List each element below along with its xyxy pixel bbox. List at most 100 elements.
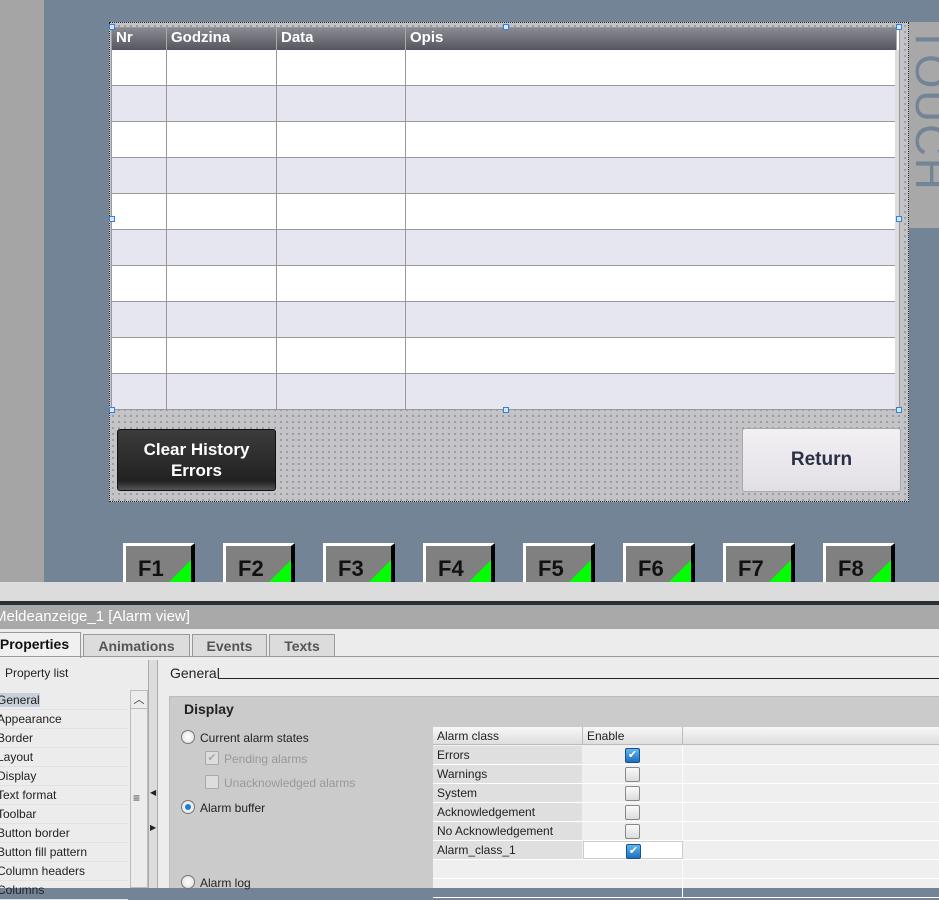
alarm-buffer-radio[interactable] [181,800,195,814]
collapse-left-icon[interactable]: ◀ [150,788,156,797]
enable-cell[interactable] [583,784,683,802]
alarm-class-name: System [433,784,582,802]
table-row[interactable] [112,374,897,410]
table-scrollbar[interactable] [895,50,899,409]
function-key-indicator-icon [469,560,491,582]
enable-header[interactable]: Enable [583,727,683,745]
function-key-f8[interactable]: F8 [823,543,895,582]
table-row[interactable] [112,86,897,122]
property-item-button-border[interactable]: Button border [0,824,128,843]
empty-cell [583,860,683,878]
tab-events[interactable]: Events [192,634,267,657]
resize-handle[interactable] [896,24,902,30]
clear-button-line1: Clear History [143,440,250,459]
resize-handle[interactable] [109,24,115,30]
property-item-label: General [0,693,40,707]
alarm-log-radio[interactable] [181,875,195,889]
pane-splitter[interactable]: ◀ ▶ [148,660,158,888]
enable-checkbox[interactable]: ✔ [626,844,641,859]
touch-label: TOUCH [909,26,939,192]
enable-cell[interactable] [583,822,683,840]
enable-checkbox[interactable] [625,824,640,839]
property-item-display[interactable]: Display [0,767,128,786]
pending-alarms-label: Pending alarms [224,752,308,766]
display-title: Display [184,701,234,717]
scroll-grip-icon[interactable]: ≡ [133,791,140,805]
enable-cell[interactable]: ✔ [583,746,683,764]
column-header-data[interactable]: Data [277,28,406,50]
current-alarm-states-radio[interactable] [181,730,195,744]
alarm-class-row[interactable]: No Acknowledgement [433,822,939,841]
function-key-f6[interactable]: F6 [623,543,695,582]
function-key-f3[interactable]: F3 [323,543,395,582]
unacknowledged-alarms-checkbox[interactable] [205,775,219,789]
pending-alarms-checkbox[interactable]: ✔ [205,751,219,765]
table-row[interactable] [112,50,897,86]
tab-animations[interactable]: Animations [83,634,190,657]
column-header-nr[interactable]: Nr [112,28,167,50]
tab-texts[interactable]: Texts [269,634,335,657]
property-item-layout[interactable]: Layout [0,748,128,767]
property-item-label: Border [0,731,34,745]
enable-checkbox[interactable] [625,767,640,782]
scroll-up-icon[interactable]: ︿ [131,691,147,709]
function-key-label: F2 [238,556,264,581]
enable-checkbox[interactable] [625,805,640,820]
enable-checkbox[interactable]: ✔ [625,748,640,763]
enable-checkbox[interactable] [625,786,640,801]
table-row[interactable] [112,194,897,230]
function-key-f5[interactable]: F5 [523,543,595,582]
enable-cell[interactable]: ✔ [583,841,683,859]
table-row[interactable] [112,302,897,338]
alarm-class-row[interactable]: Alarm_class_1 ✔ [433,841,939,860]
alarm-class-row[interactable]: Errors ✔ [433,746,939,765]
property-item-columns[interactable]: Columns [0,881,128,900]
enable-cell[interactable] [583,765,683,783]
section-rule [218,678,939,679]
property-item-toolbar[interactable]: Toolbar [0,805,128,824]
function-key-f2[interactable]: F2 [223,543,295,582]
table-row[interactable] [112,158,897,194]
property-item-border[interactable]: Border [0,729,128,748]
alarm-class-row[interactable]: System [433,784,939,803]
property-list-scrollbar[interactable]: ︿ ≡ [130,690,148,888]
alarm-table[interactable]: Nr Godzina Data Opis [111,27,900,410]
resize-handle[interactable] [503,24,509,30]
column-header-opis[interactable]: Opis [406,28,897,50]
resize-handle[interactable] [503,407,509,413]
function-key-f7[interactable]: F7 [723,543,795,582]
function-key-f4[interactable]: F4 [423,543,495,582]
property-item-column-headers[interactable]: Column headers [0,862,128,881]
empty-cell [583,879,683,897]
clear-history-errors-button[interactable]: Clear History Errors [117,429,276,491]
property-item-label: Button border [0,826,70,840]
function-key-f1[interactable]: F1 [123,543,195,582]
resize-handle[interactable] [109,216,115,222]
property-item-label: Toolbar [0,807,37,821]
tab-properties[interactable]: Properties [0,632,81,658]
property-item-label: Text format [0,788,57,802]
property-item-text-format[interactable]: Text format [0,786,128,805]
expand-right-icon[interactable]: ▶ [150,823,156,832]
resize-handle[interactable] [109,407,115,413]
return-button[interactable]: Return [742,428,901,492]
alarm-class-header[interactable]: Alarm class [433,727,583,745]
alarm-class-row[interactable]: Acknowledgement [433,803,939,822]
alarm-class-name: No Acknowledgement [433,822,582,840]
property-item-button-fill-pattern[interactable]: Button fill pattern [0,843,128,862]
function-key-indicator-icon [369,560,391,582]
empty-header [683,727,939,745]
alarm-buffer-label: Alarm buffer [200,801,266,815]
resize-handle[interactable] [896,216,902,222]
table-row[interactable] [112,230,897,266]
enable-cell[interactable] [583,803,683,821]
alarm-class-row[interactable]: Warnings [433,765,939,784]
table-row[interactable] [112,338,897,374]
property-item-appearance[interactable]: Appearance [0,710,128,729]
table-row[interactable] [112,266,897,302]
table-row[interactable] [112,122,897,158]
property-item-label: Appearance [0,712,62,726]
column-header-godzina[interactable]: Godzina [167,28,277,50]
resize-handle[interactable] [896,407,902,413]
property-item-general[interactable]: General [0,691,128,710]
